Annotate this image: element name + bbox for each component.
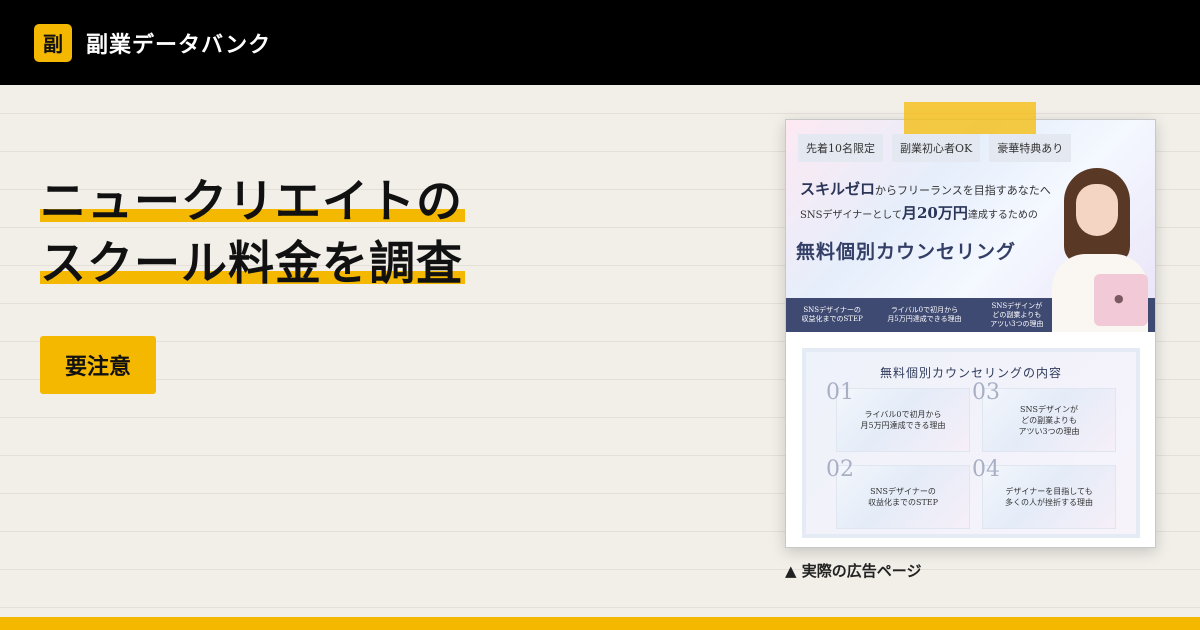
apple-icon: ●: [1114, 292, 1124, 305]
ad-main-title: 無料個別カウンセリング: [796, 241, 1017, 263]
ad-headline-emphasis: スキルゼロ: [800, 180, 876, 198]
ad-headline-2: SNSデザイナーとして月20万円達成するための: [800, 202, 1038, 223]
ad-tag: 先着10名限定: [798, 134, 883, 162]
content-title: 無料個別カウンセリングの内容: [879, 366, 1062, 380]
ad-tags: 先着10名限定 副業初心者OK 豪華特典あり: [798, 134, 1072, 162]
band-item: SNSデザインが どの副業よりも アツい3つの理由: [990, 301, 1044, 328]
warning-badge: 要注意: [40, 336, 156, 394]
content-item: デザイナーを目指しても 多くの人が挫折する理由: [982, 465, 1116, 529]
ad-headline2-post: 達成するための: [967, 210, 1038, 221]
ad-headline2-emphasis: 月20万円: [901, 204, 968, 222]
title-line-2: スクール料金を調査: [40, 234, 465, 292]
content-item: ライバル0で初月から 月5万円達成できる理由: [836, 388, 970, 452]
ad-content-section: 無料個別カウンセリングの内容 01 ライバル0で初月から 月5万円達成できる理由…: [802, 348, 1140, 538]
person-face: [1076, 184, 1118, 236]
content-item: SNSデザイナーの 収益化までのSTEP: [836, 465, 970, 529]
article-title: ニュークリエイトの スクール料金を調査: [40, 172, 465, 292]
ad-tag: 副業初心者OK: [892, 134, 981, 162]
woman-photo: ●: [1048, 168, 1152, 332]
title-line-1: ニュークリエイトの: [40, 172, 465, 230]
site-logo[interactable]: 副: [34, 23, 72, 62]
footer-accent-bar: [0, 617, 1200, 630]
tape-decoration: [904, 102, 1036, 134]
content-item: SNSデザインが どの副業よりも アツい3つの理由: [982, 388, 1116, 452]
band-item: SNSデザイナーの 収益化までのSTEP: [801, 306, 863, 323]
ad-headline2-pre: SNSデザイナーとして: [800, 210, 902, 221]
content-number: 03: [972, 380, 1000, 405]
ad-tag: 豪華特典あり: [989, 134, 1072, 162]
ad-screenshot: 先着10名限定 副業初心者OK 豪華特典あり スキルゼロからフリーランスを目指す…: [785, 119, 1156, 548]
site-name[interactable]: 副業データバンク: [86, 27, 271, 59]
content-number: 01: [826, 380, 854, 405]
site-header: 副 副業データバンク: [0, 0, 1200, 85]
ad-headline-rest: からフリーランスを目指すあなたへ: [875, 184, 1051, 197]
ad-caption: ▲ 実際の広告ページ: [785, 562, 922, 580]
band-item: ライバル0で初月から 月5万円達成できる理由: [887, 306, 962, 323]
content-number: 04: [972, 457, 1000, 482]
ad-headline-1: スキルゼロからフリーランスを目指すあなたへ: [800, 178, 1051, 199]
ad-hero: 先着10名限定 副業初心者OK 豪華特典あり スキルゼロからフリーランスを目指す…: [786, 120, 1155, 332]
content-number: 02: [826, 457, 854, 482]
